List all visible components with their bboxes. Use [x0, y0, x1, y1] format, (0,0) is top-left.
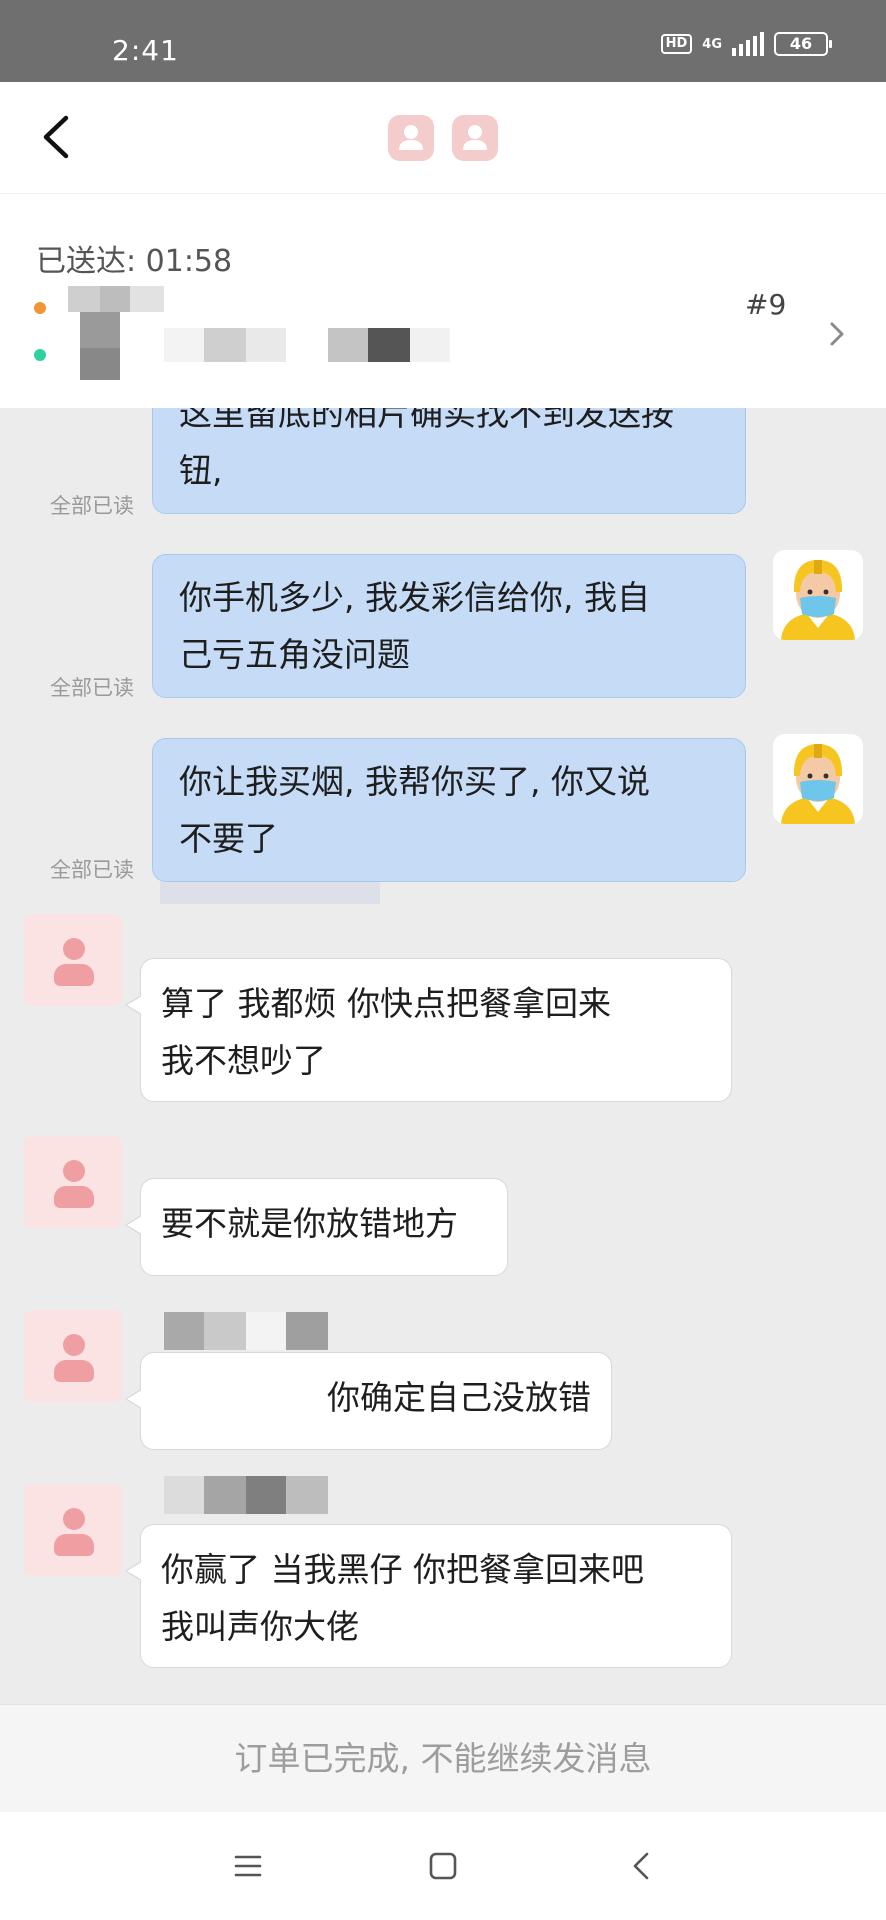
outgoing-message[interactable]: 你让我买烟, 我帮你买了, 你又说 不要了 [152, 738, 746, 882]
incoming-message[interactable]: 你赢了 当我黑仔 你把餐拿回来吧 我叫声你大佬 [125, 1524, 732, 1668]
message-line: 己亏五角没问题 [179, 635, 410, 674]
battery-icon: 46 [774, 32, 832, 56]
chat-disabled-notice: 订单已完成, 不能继续发消息 [234, 1739, 652, 1778]
read-status: 全部已读 [50, 676, 134, 700]
customer-avatar[interactable] [24, 1310, 122, 1402]
status-bar: 2:41 HD 4G 46 [0, 0, 886, 82]
participant-avatars [388, 115, 498, 161]
message-line: 这里留底的相片确实找不到发送按 [179, 408, 674, 433]
status-time: 2:41 [112, 34, 179, 67]
message-line: 我叫声你大佬 [161, 1607, 359, 1646]
chat-header [0, 82, 886, 194]
back-triangle-icon[interactable] [622, 1846, 662, 1886]
message-line: 算了 我都烦 你快点把餐拿回来 [161, 984, 611, 1023]
status-icons: HD 4G 46 [660, 32, 832, 56]
signal-icon [732, 32, 764, 56]
read-status: 全部已读 [50, 494, 134, 518]
message-line: 要不就是你放错地方 [161, 1204, 458, 1243]
chevron-right-icon [830, 322, 844, 346]
dropoff-dot [34, 349, 46, 361]
battery-level: 46 [789, 34, 813, 53]
message-line: 我不想吵了 [161, 1041, 326, 1080]
message-line: 你让我买烟, 我帮你买了, 你又说 [179, 762, 650, 801]
message-line: 钮, [179, 451, 223, 490]
order-number: #9 [745, 288, 787, 321]
incoming-message[interactable]: 要不就是你放错地方 [125, 1178, 508, 1276]
order-info-card[interactable]: 已送达: 01:58 #9 [0, 194, 886, 408]
read-status: 全部已读 [50, 858, 134, 882]
back-button[interactable] [36, 112, 76, 162]
rider-avatar[interactable] [773, 550, 863, 640]
outgoing-message[interactable]: 你手机多少, 我发彩信给你, 我自 己亏五角没问题 [152, 554, 746, 698]
menu-icon[interactable] [228, 1846, 268, 1886]
message-line: 你赢了 当我黑仔 你把餐拿回来吧 [161, 1550, 644, 1589]
pickup-dot [34, 302, 46, 314]
chevron-left-icon [43, 115, 69, 159]
chat-message-list[interactable]: 这里留底的相片确实找不到发送按 钮, 全部已读 你手机多少, 我发彩信给你, 我… [0, 408, 886, 1704]
incoming-message[interactable]: 算了 我都烦 你快点把餐拿回来 我不想吵了 [125, 958, 732, 1102]
user-icon [388, 115, 434, 161]
message-line: 你手机多少, 我发彩信给你, 我自 [179, 578, 650, 617]
customer-avatar[interactable] [24, 914, 122, 1006]
outgoing-message[interactable]: 这里留底的相片确实找不到发送按 钮, [152, 408, 746, 514]
chat-disabled-bar: 订单已完成, 不能继续发消息 [0, 1704, 886, 1812]
home-square-icon[interactable] [423, 1846, 463, 1886]
rider-icon [781, 560, 855, 640]
rider-icon [781, 744, 855, 824]
hd-badge: HD [660, 34, 693, 54]
customer-avatar[interactable] [24, 1136, 122, 1228]
message-line: 你确定自己没放错 [327, 1378, 591, 1417]
user-icon [452, 115, 498, 161]
incoming-message[interactable]: 你确定自己没放错 [125, 1352, 612, 1450]
message-line: 不要了 [179, 819, 278, 858]
system-nav-bar [0, 1812, 886, 1920]
network-type: 4G [702, 36, 722, 52]
customer-avatar[interactable] [24, 1484, 122, 1576]
rider-avatar[interactable] [773, 734, 863, 824]
delivered-time: 已送达: 01:58 [36, 244, 233, 279]
